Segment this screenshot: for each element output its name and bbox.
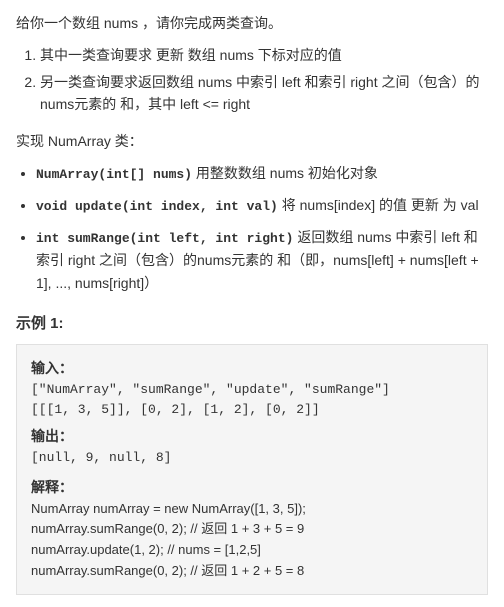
bullet-item-2: void update(int index, int val) 将 nums[i…	[36, 194, 488, 218]
explain-line-4: numArray.sumRange(0, 2); // 返回 1 + 2 + 5…	[31, 561, 473, 582]
bullet-code-3: int sumRange(int left, int right)	[36, 231, 293, 246]
output-label: 输出：	[31, 425, 473, 447]
bullet-item-3: int sumRange(int left, int right) 返回数组 n…	[36, 226, 488, 295]
bullet-item-1: NumArray(int[] nums) 用整数数组 nums 初始化对象	[36, 162, 488, 186]
bullet-desc-1: 用整数数组 nums 初始化对象	[192, 165, 378, 181]
output-value: [null, 9, null, 8]	[31, 448, 473, 469]
bullet-code-2: void update(int index, int val)	[36, 199, 278, 214]
intro-line: 给你一个数组 nums ，请你完成两类查询。	[16, 12, 488, 34]
input-label: 输入：	[31, 357, 473, 379]
example-section: 示例 1: 输入： ["NumArray", "sumRange", "upda…	[16, 312, 488, 595]
intro-list-item-1: 其中一类查询要求 更新 数组 nums 下标对应的值	[40, 44, 488, 66]
example-title: 示例 1:	[16, 312, 488, 336]
explain-label: 解释：	[31, 476, 473, 498]
explain-line-3: numArray.update(1, 2); // nums = [1,2,5]	[31, 540, 473, 561]
implement-title: 实现 NumArray 类：	[16, 130, 488, 152]
explain-line-1: NumArray numArray = new NumArray([1, 3, …	[31, 499, 473, 520]
intro-list: 其中一类查询要求 更新 数组 nums 下标对应的值 另一类查询要求返回数组 n…	[40, 44, 488, 115]
bullet-desc-2: 将 nums[index] 的值 更新 为 val	[278, 197, 479, 213]
bullet-list: NumArray(int[] nums) 用整数数组 nums 初始化对象 vo…	[36, 162, 488, 294]
intro-list-item-2: 另一类查询要求返回数组 nums 中索引 left 和索引 right 之间（包…	[40, 71, 488, 116]
explain-line-2: numArray.sumRange(0, 2); // 返回 1 + 3 + 5…	[31, 519, 473, 540]
input-line1: ["NumArray", "sumRange", "update", "sumR…	[31, 380, 473, 401]
bullet-code-1: NumArray(int[] nums)	[36, 167, 192, 182]
example-box: 输入： ["NumArray", "sumRange", "update", "…	[16, 344, 488, 595]
input-line2: [[[1, 3, 5]], [0, 2], [1, 2], [0, 2]]	[31, 400, 473, 421]
